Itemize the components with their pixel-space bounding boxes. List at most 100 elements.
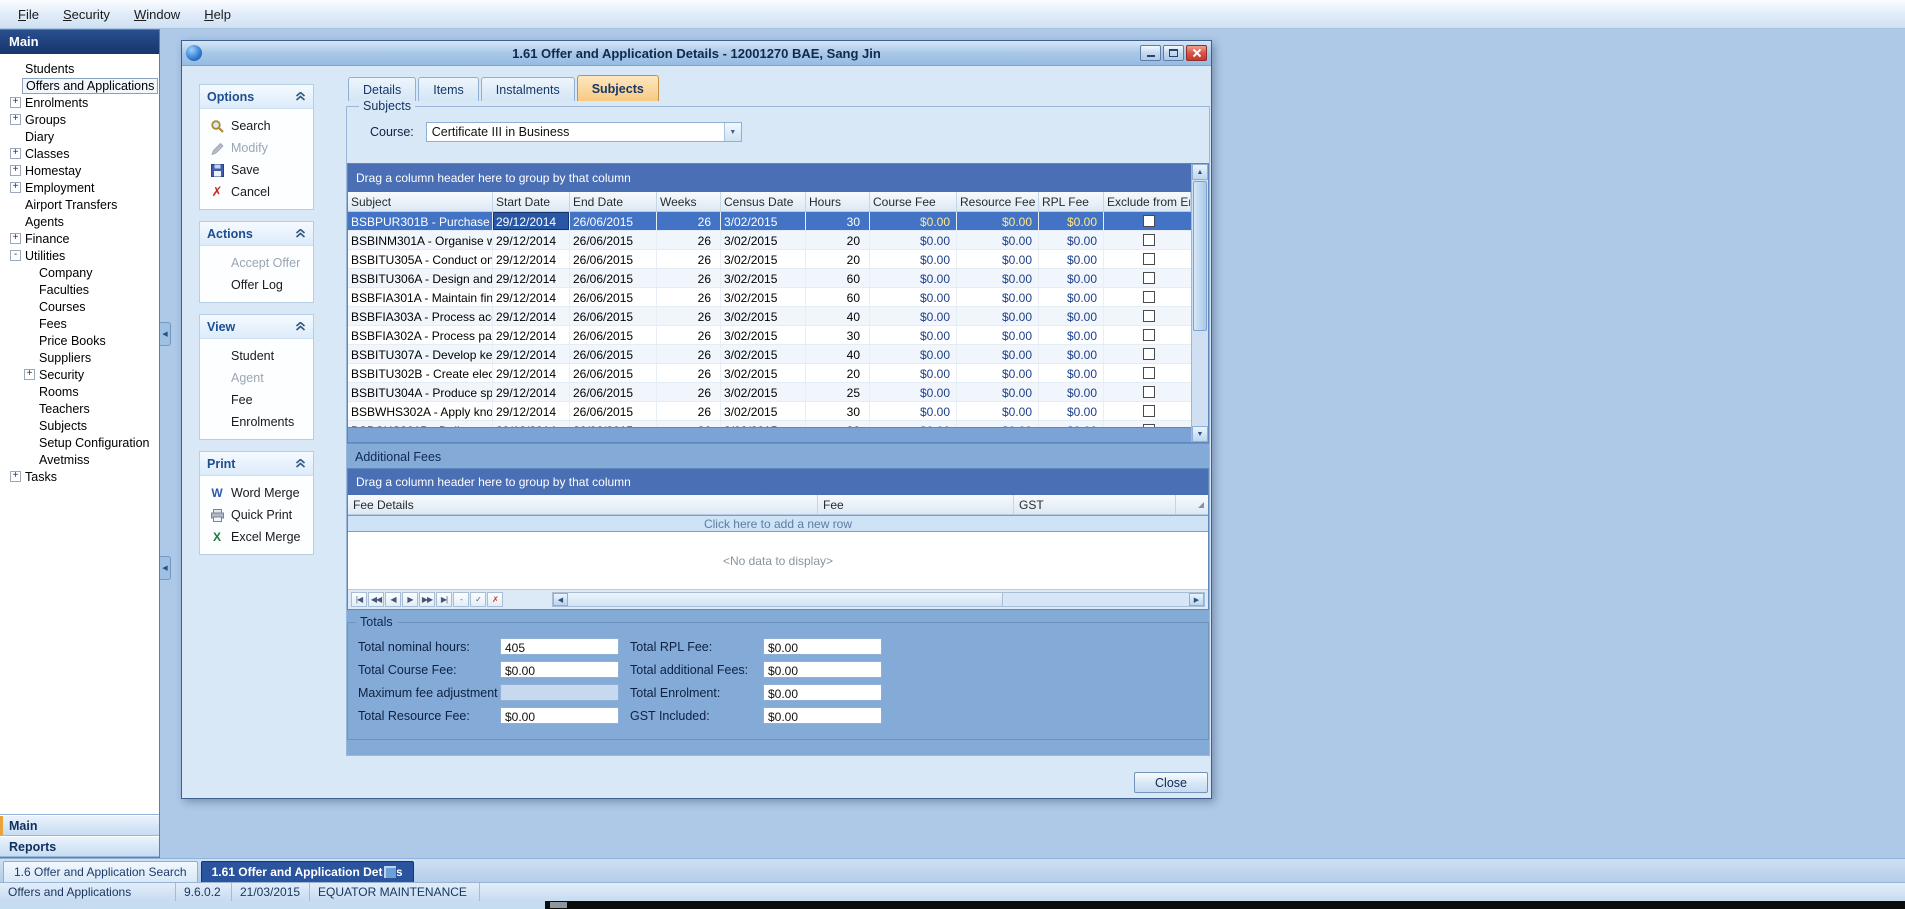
column-header[interactable]: Subject (348, 192, 493, 211)
sidebar-item[interactable]: - Utilities (0, 247, 159, 264)
tab[interactable]: Details (348, 77, 416, 101)
scrollbar-thumb[interactable] (1193, 181, 1207, 331)
view-student-button[interactable]: Student (209, 345, 313, 367)
table-row[interactable]: BSBITU302B - Create electron 29/12/2014 … (348, 364, 1191, 383)
column-header[interactable]: GST (1014, 495, 1176, 514)
sidebar-item[interactable]: Students (0, 60, 159, 77)
tree-expander-icon[interactable]: + (10, 97, 21, 108)
totals-field-value[interactable]: $0.00 (763, 661, 882, 678)
column-header[interactable]: End Date (570, 192, 657, 211)
sidebar-item[interactable]: Avetmiss (0, 451, 159, 468)
navigator-button[interactable]: ✓ (470, 592, 486, 607)
course-dropdown[interactable]: Certificate III in Business ▼ (426, 122, 742, 142)
tree-expander-icon[interactable]: - (10, 250, 21, 261)
exclude-checkbox[interactable] (1143, 291, 1155, 303)
sidebar-footer-button[interactable]: Main (0, 815, 159, 836)
grid-vertical-scrollbar[interactable]: ▲ ▼ (1191, 164, 1208, 442)
minimize-button[interactable] (1140, 45, 1161, 61)
sidebar-item[interactable]: Faculties (0, 281, 159, 298)
column-header[interactable]: Census Date (721, 192, 806, 211)
sidebar-item[interactable]: Fees (0, 315, 159, 332)
fees-groupby-bar[interactable]: Drag a column header here to group by th… (348, 469, 1208, 495)
exclude-checkbox[interactable] (1143, 348, 1155, 360)
sidebar-item[interactable]: + Classes (0, 145, 159, 162)
column-header[interactable]: RPL Fee (1039, 192, 1104, 211)
table-row[interactable]: BSBITU304A - Produce spread 29/12/2014 2… (348, 383, 1191, 402)
scroll-right-button[interactable]: ▶ (1189, 593, 1204, 606)
exclude-checkbox[interactable] (1143, 367, 1155, 379)
actions-panel-header[interactable]: Actions (200, 222, 313, 246)
column-header[interactable]: Weeks (657, 192, 721, 211)
sidebar-item[interactable]: + Homestay (0, 162, 159, 179)
maximize-button[interactable] (1163, 45, 1184, 61)
sidebar-item[interactable]: + Security (0, 366, 159, 383)
sidebar-footer-button[interactable]: Reports (0, 836, 159, 857)
navigator-button[interactable]: ◀◀ (368, 592, 384, 607)
column-header[interactable]: Start Date (493, 192, 570, 211)
menu-item[interactable]: Window (122, 0, 192, 28)
table-row[interactable]: BSBINM301A - Organise workpl 29/12/2014 … (348, 231, 1191, 250)
close-window-button[interactable] (1186, 45, 1207, 61)
column-header[interactable]: Hours (806, 192, 870, 211)
sidebar-item[interactable]: + Finance (0, 230, 159, 247)
sidebar-item[interactable]: Courses (0, 298, 159, 315)
column-header[interactable]: Course Fee (870, 192, 957, 211)
exclude-checkbox[interactable] (1143, 405, 1155, 417)
column-header[interactable]: Resource Fee (957, 192, 1039, 211)
tab[interactable]: Subjects (577, 75, 659, 101)
exclude-checkbox[interactable] (1143, 329, 1155, 341)
table-row[interactable]: BSBFIA301A - Maintain financi 29/12/2014… (348, 288, 1191, 307)
sidebar-item[interactable]: Price Books (0, 332, 159, 349)
word-merge-button[interactable]: W Word Merge (209, 482, 313, 504)
tree-expander-icon[interactable]: + (10, 148, 21, 159)
navigator-button[interactable]: - (453, 592, 469, 607)
navigator-button[interactable]: ▶▶ (419, 592, 435, 607)
totals-field-value[interactable]: $0.00 (763, 684, 882, 701)
sidebar-item[interactable]: Rooms (0, 383, 159, 400)
column-header[interactable]: Fee Details (348, 495, 818, 514)
totals-field-value[interactable]: $0.00 (763, 638, 882, 655)
sidebar-item[interactable]: + Enrolments (0, 94, 159, 111)
exclude-checkbox[interactable] (1143, 386, 1155, 398)
exclude-checkbox[interactable] (1143, 272, 1155, 284)
header-customize-icon[interactable] (1176, 495, 1208, 514)
sidebar-item[interactable]: + Groups (0, 111, 159, 128)
column-header[interactable]: Fee (818, 495, 1014, 514)
table-row[interactable]: BSBPUR301B - Purchase goods 29/12/2014 2… (348, 212, 1191, 231)
tree-expander-icon[interactable]: + (10, 182, 21, 193)
sidebar-collapse-arrow[interactable]: ◀ (160, 322, 171, 346)
table-row[interactable]: BSBITU307A - Develop keyboa 29/12/2014 2… (348, 345, 1191, 364)
navigator-button[interactable]: |◀ (351, 592, 367, 607)
table-row[interactable]: BSBFIA302A - Process payroll 29/12/2014 … (348, 326, 1191, 345)
table-row[interactable]: BSBFIA303A - Process accoun 29/12/2014 2… (348, 307, 1191, 326)
tree-expander-icon[interactable]: + (10, 233, 21, 244)
window-tab[interactable]: 1.61 Offer and Application Details (201, 861, 414, 882)
sidebar-item[interactable]: Airport Transfers (0, 196, 159, 213)
tree-expander-icon[interactable]: + (10, 114, 21, 125)
totals-field-value[interactable]: $0.00 (500, 707, 619, 724)
close-button[interactable]: Close (1134, 772, 1208, 793)
exclude-checkbox[interactable] (1143, 253, 1155, 265)
navigator-button[interactable]: ▶| (436, 592, 452, 607)
sidebar-item[interactable]: Company (0, 264, 159, 281)
scroll-up-button[interactable]: ▲ (1192, 164, 1208, 180)
exclude-checkbox[interactable] (1143, 215, 1155, 227)
view-enrolments-button[interactable]: Enrolments (209, 411, 313, 433)
sidebar-item[interactable]: + Employment (0, 179, 159, 196)
offer-log-button[interactable]: Offer Log (209, 274, 313, 296)
tree-expander-icon[interactable]: + (24, 369, 35, 380)
tree-expander-icon[interactable]: + (10, 165, 21, 176)
sidebar-collapse-arrow[interactable]: ◀ (160, 556, 171, 580)
table-row[interactable]: BSBITU305A - Conduct online 29/12/2014 2… (348, 250, 1191, 269)
sidebar-item[interactable]: Subjects (0, 417, 159, 434)
options-panel-header[interactable]: Options (200, 85, 313, 109)
sidebar-item[interactable]: Setup Configuration (0, 434, 159, 451)
dropdown-arrow-icon[interactable]: ▼ (724, 123, 741, 141)
save-button[interactable]: Save (209, 159, 313, 181)
quick-print-button[interactable]: Quick Print (209, 504, 313, 526)
totals-field-value[interactable]: $0.00 (763, 707, 882, 724)
sidebar-item[interactable]: Agents (0, 213, 159, 230)
totals-field-value[interactable]: $0.00 (500, 661, 619, 678)
totals-field-value[interactable]: 405 (500, 638, 619, 655)
scroll-left-button[interactable]: ◀ (553, 593, 568, 606)
